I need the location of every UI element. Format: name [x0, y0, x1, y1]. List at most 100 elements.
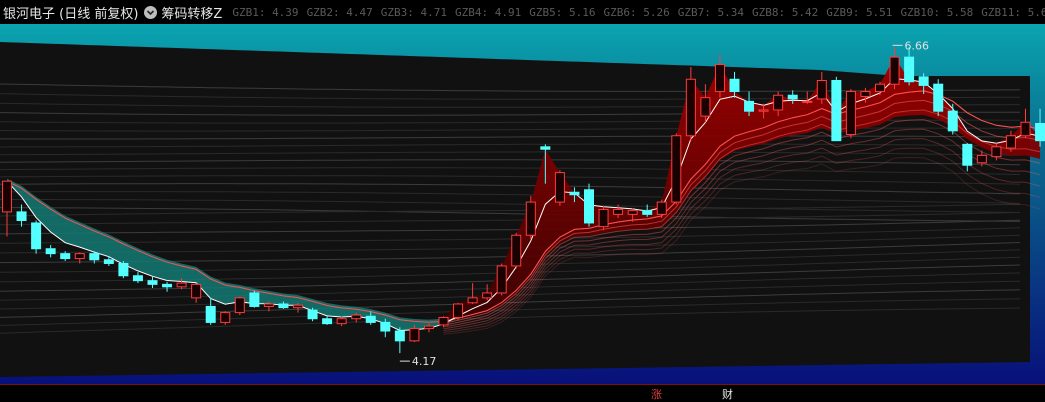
candle-body [584, 189, 594, 224]
gzb-value: GZB9: 5.51 [826, 5, 893, 19]
candle [831, 76, 842, 142]
gzb-value: GZB4: 4.91 [455, 5, 522, 19]
candle-body [933, 83, 944, 112]
candle-body [714, 64, 725, 93]
gzb-value: GZB1: 4.39 [232, 5, 299, 19]
candle-body [205, 305, 216, 323]
gzb-value: GZB7: 5.34 [677, 5, 744, 19]
low-price-label: 4.17 [412, 355, 437, 368]
candle [249, 290, 260, 308]
candle-body [132, 275, 143, 282]
candle-body [438, 317, 449, 326]
candle-body [1005, 135, 1016, 149]
candle-body [380, 321, 391, 332]
candle [496, 263, 507, 296]
candle-body [554, 172, 565, 203]
gzb-value: GZB5: 5.16 [529, 5, 596, 19]
candle-body [976, 154, 987, 164]
candle-body [860, 91, 871, 97]
candle-body [918, 76, 929, 86]
candle-body [453, 303, 464, 319]
candle-body [118, 262, 129, 277]
candle-body [685, 78, 696, 137]
candle-body [947, 110, 958, 132]
candle-body [234, 297, 245, 314]
gzb-value: GZB11: 5.63 [981, 5, 1045, 19]
candle-body [307, 309, 318, 320]
candle [220, 311, 231, 325]
candle-body [409, 328, 420, 342]
indicator-selector[interactable]: 筹码转移Z [144, 3, 222, 22]
candle-body [45, 248, 56, 255]
candle-body [787, 94, 798, 100]
candle-body [758, 109, 769, 112]
candle-body [351, 314, 362, 320]
candle-body [816, 79, 827, 100]
high-price-label: 6.66 [905, 39, 930, 52]
candle [31, 220, 42, 254]
gzb-readout: GZB1: 4.39 GZB2: 4.47 GZB3: 4.71 GZB4: 4.91… [232, 6, 1045, 19]
candle-body [1020, 121, 1031, 137]
gzb-value: GZB8: 5.42 [751, 5, 819, 19]
candle-body [613, 208, 624, 215]
candle-body [423, 325, 434, 330]
candle-body [322, 318, 333, 325]
candle [234, 296, 245, 316]
candle-body [162, 283, 173, 288]
candle-body [496, 265, 507, 294]
candle [845, 89, 856, 139]
candle-body [365, 315, 376, 323]
candle [933, 79, 944, 117]
candle [671, 133, 682, 205]
footer-tab-zhang[interactable]: 涨 [651, 386, 662, 402]
candle-body [220, 312, 231, 323]
footer-bar: 涨 财 [0, 384, 1045, 402]
candle-body [875, 83, 885, 93]
chart-header: 银河电子 (日线 前复权) 筹码转移Z GZB1: 4.39 GZB2: 4.47… [0, 0, 1045, 24]
candle-body [540, 146, 551, 150]
candle [584, 183, 594, 227]
candle-body [60, 253, 71, 260]
candle-body [511, 234, 522, 267]
candle-body [16, 211, 27, 221]
chevron-down-icon[interactable] [144, 5, 158, 19]
candle-body [627, 210, 638, 215]
candle-body [147, 280, 158, 285]
candle-body [263, 303, 274, 307]
candle-body [802, 100, 813, 103]
stock-title: 银河电子 (日线 前复权) [3, 6, 139, 22]
candle-body [89, 253, 100, 261]
gzb-value: GZB2: 4.47 [306, 5, 373, 19]
gzb-value: GZB6: 5.26 [603, 5, 670, 19]
candle-body [278, 303, 289, 309]
candle [307, 307, 318, 322]
candle-body [744, 100, 755, 112]
candle [511, 232, 522, 269]
candle [598, 205, 609, 231]
candle-body [700, 97, 711, 117]
indicator-name[interactable]: 筹码转移Z [161, 3, 222, 22]
candle-body [525, 201, 536, 236]
candle-body [642, 210, 653, 215]
candle-body [176, 282, 187, 288]
candle-body [831, 79, 842, 142]
footer-tab-cai[interactable]: 财 [722, 386, 733, 402]
candle-body [598, 208, 609, 228]
candle-body [293, 304, 303, 309]
candle-body [671, 135, 682, 203]
chip-transfer-chart[interactable]: 4.17 6.66 [0, 24, 1045, 384]
candle-body [74, 253, 85, 260]
candle-body [249, 292, 260, 307]
gzb-value: GZB3: 4.71 [380, 5, 448, 19]
candle-body [31, 222, 42, 250]
candle [554, 170, 565, 206]
gzb-value: GZB10: 5.58 [900, 5, 974, 19]
candle [118, 261, 129, 279]
candle-body [191, 283, 202, 299]
candle-body [336, 318, 347, 325]
candle-body [2, 180, 12, 213]
candle-body [569, 191, 580, 196]
candle-body [1035, 122, 1045, 142]
candle-body [889, 56, 900, 85]
candle-body [394, 330, 405, 342]
